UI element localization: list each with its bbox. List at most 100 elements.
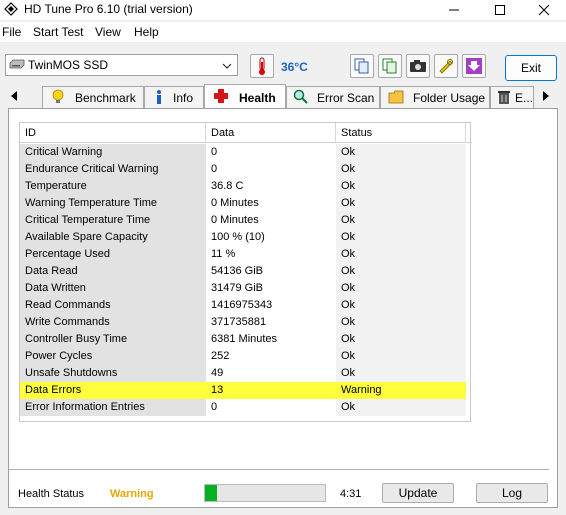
table-row[interactable]: Data Read 54136 GiB Ok <box>20 263 472 280</box>
menu-file[interactable]: File <box>2 25 21 39</box>
cell-status: Ok <box>336 314 466 331</box>
options-button[interactable] <box>434 54 458 78</box>
thermometer-icon <box>259 57 265 75</box>
table-row[interactable]: Controller Busy Time 6381 Minutes Ok <box>20 331 472 348</box>
table-row[interactable]: Temperature 36.8 C Ok <box>20 178 472 195</box>
cell-data: 371735881 <box>211 316 267 328</box>
camera-icon <box>410 60 426 72</box>
cell-data: 49 <box>211 367 224 379</box>
table-row[interactable]: Power Cycles 252 Ok <box>20 348 472 365</box>
cell-data: 11 % <box>211 248 236 260</box>
chevron-down-icon <box>222 63 232 69</box>
tab-scroll-right-icon[interactable] <box>542 90 550 102</box>
cell-id: Critical Temperature Time <box>20 212 206 229</box>
table-row[interactable]: Endurance Critical Warning 0 Ok <box>20 161 472 178</box>
cell-data: 0 <box>211 146 218 158</box>
cell-id: Error Information Entries <box>20 399 206 416</box>
cell-data: 0 <box>211 163 218 175</box>
cell-id: Warning Temperature Time <box>20 195 206 212</box>
header-data[interactable]: Data <box>206 123 336 143</box>
cell-id: Endurance Critical Warning <box>20 161 206 178</box>
table-row[interactable]: Write Commands 371735881 Ok <box>20 314 472 331</box>
close-button[interactable] <box>522 0 566 20</box>
cell-status: Ok <box>336 144 466 161</box>
cell-data: 252 <box>211 350 230 362</box>
cell-id: Read Commands <box>20 297 206 314</box>
wrench-icon <box>439 59 453 74</box>
drive-select[interactable]: TwinMOS SSD <box>5 54 238 76</box>
toolbar: TwinMOS SSD 36°C <box>0 48 566 86</box>
cell-id: Percentage Used <box>20 246 206 263</box>
progress-fill <box>205 485 217 501</box>
elapsed-time: 4:31 <box>340 488 362 500</box>
cell-id: Power Cycles <box>20 348 206 365</box>
menu-bar: File Start Test View Help <box>0 22 566 42</box>
cell-id: Temperature <box>20 178 206 195</box>
cell-status: Ok <box>336 297 466 314</box>
copy-button[interactable] <box>350 54 374 78</box>
lightbulb-icon <box>52 89 64 103</box>
cell-status: Ok <box>336 161 466 178</box>
header-id[interactable]: ID <box>20 123 206 143</box>
hdtune-logo-icon <box>4 2 18 16</box>
maximize-button[interactable] <box>478 0 522 20</box>
menu-start-test[interactable]: Start Test <box>33 25 83 39</box>
minimize-button[interactable] <box>432 0 476 20</box>
menu-view[interactable]: View <box>95 25 121 39</box>
tab-info[interactable]: Info <box>144 86 204 108</box>
cell-data: 0 <box>211 401 218 413</box>
table-row[interactable]: Data Written 31479 GiB Ok <box>20 280 472 297</box>
cell-id: Data Written <box>20 280 206 297</box>
temperature-button[interactable] <box>250 54 274 78</box>
tab-bar: Benchmark Info Health Error Scan Folder … <box>0 84 566 108</box>
table-row[interactable]: Critical Temperature Time 0 Minutes Ok <box>20 212 472 229</box>
log-button[interactable]: Log <box>476 483 548 503</box>
cell-status: Ok <box>336 263 466 280</box>
cell-status: Ok <box>336 399 466 416</box>
header-status[interactable]: Status <box>336 123 466 143</box>
table-row[interactable]: Unsafe Shutdowns 49 Ok <box>20 365 472 382</box>
cell-status: Ok <box>336 348 466 365</box>
copy-icon <box>354 58 369 74</box>
exit-button[interactable]: Exit <box>505 55 557 81</box>
health-status-label: Health Status <box>18 488 85 500</box>
screenshot-button[interactable] <box>406 54 430 78</box>
table-row[interactable]: Available Spare Capacity 100 % (10) Ok <box>20 229 472 246</box>
tab-benchmark[interactable]: Benchmark <box>42 86 144 108</box>
cell-data: 100 % (10) <box>211 231 265 243</box>
maximize-icon <box>495 5 505 15</box>
cell-id: Data Read <box>20 263 206 280</box>
folder-icon <box>388 90 404 104</box>
cell-data: 54136 GiB <box>211 265 263 277</box>
magnifier-icon <box>293 89 308 104</box>
table-row[interactable]: Error Information Entries 0 Ok <box>20 399 472 416</box>
progress-bar <box>204 484 326 502</box>
cell-status: Ok <box>336 178 466 195</box>
tab-erase[interactable]: E... <box>490 86 534 108</box>
table-row[interactable]: Percentage Used 11 % Ok <box>20 246 472 263</box>
cell-status: Ok <box>336 365 466 382</box>
tab-folder-usage[interactable]: Folder Usage <box>380 86 490 108</box>
menu-help[interactable]: Help <box>134 25 159 39</box>
update-button[interactable]: Update <box>382 483 454 503</box>
table-row[interactable]: Read Commands 1416975343 Ok <box>20 297 472 314</box>
cell-data: 0 Minutes <box>211 197 259 209</box>
table-row[interactable]: Critical Warning 0 Ok <box>20 144 472 161</box>
copy-all-icon <box>382 58 397 74</box>
table-row[interactable]: Warning Temperature Time 0 Minutes Ok <box>20 195 472 212</box>
cell-status: Ok <box>336 246 466 263</box>
cell-id: Data Errors <box>20 382 206 399</box>
table-row[interactable]: Data Errors 13 Warning <box>20 382 472 399</box>
cell-id: Write Commands <box>20 314 206 331</box>
minimize-icon <box>449 9 459 11</box>
table-header: ID Data Status <box>20 123 472 143</box>
tab-scroll-left-icon[interactable] <box>10 90 18 102</box>
cell-id: Controller Busy Time <box>20 331 206 348</box>
copy-all-button[interactable] <box>378 54 402 78</box>
tab-health[interactable]: Health <box>204 84 286 108</box>
cell-id: Critical Warning <box>20 144 206 161</box>
drive-label: TwinMOS SSD <box>28 58 109 72</box>
download-arrow-icon <box>466 58 482 74</box>
save-button[interactable] <box>462 54 486 78</box>
tab-error-scan[interactable]: Error Scan <box>286 86 380 108</box>
